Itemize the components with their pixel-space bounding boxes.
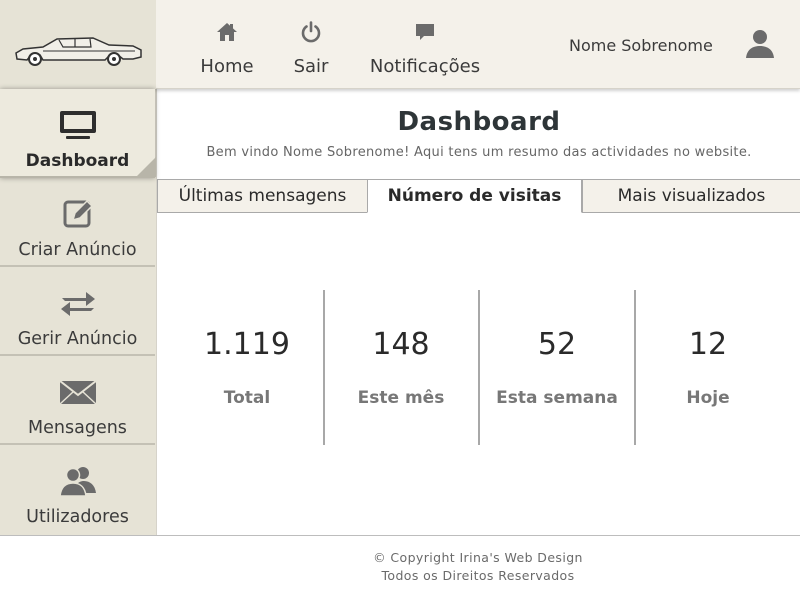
stat-value: 52 <box>537 327 577 362</box>
nav-home-label: Home <box>200 56 254 77</box>
stat-esta-semana: 52 Esta semana <box>480 289 634 444</box>
sidebar-item-criar-anuncio[interactable]: Criar Anúncio <box>0 178 155 267</box>
stat-label: Total <box>223 388 271 408</box>
sidebar-item-label: Utilizadores <box>26 507 129 527</box>
sidebar-item-label: Criar Anúncio <box>18 240 137 260</box>
sidebar-item-utilizadores[interactable]: Utilizadores <box>0 445 155 535</box>
sidebar-item-gerir-anuncio[interactable]: Gerir Anúncio <box>0 267 155 356</box>
user-name[interactable]: Nome Sobrenome <box>569 36 713 55</box>
sidebar-item-label: Gerir Anúncio <box>17 329 138 349</box>
tab-bar: Últimas mensagens Número de visitas Mais… <box>157 179 800 213</box>
tab-ultimas-mensagens[interactable]: Últimas mensagens <box>157 179 368 213</box>
stat-total: 1.119 Total <box>171 289 323 444</box>
sidebar-item-label: Dashboard <box>25 151 130 171</box>
nav-notifications-label: Notificações <box>369 56 481 77</box>
vintage-car-icon <box>15 37 142 66</box>
page-title: Dashboard <box>397 107 561 137</box>
sidebar-item-label: Mensagens <box>28 418 127 438</box>
sidebar-item-mensagens[interactable]: Mensagens <box>0 356 155 445</box>
logo[interactable] <box>0 0 156 89</box>
user-icon[interactable] <box>744 27 776 59</box>
tab-numero-de-visitas[interactable]: Número de visitas <box>367 179 582 213</box>
monitor-icon <box>59 111 96 139</box>
stat-value: 1.119 <box>204 327 290 362</box>
stat-value: 12 <box>688 327 728 362</box>
home-icon <box>217 23 237 41</box>
footer-copyright: © Copyright Irina's Web Design <box>373 550 583 565</box>
nav-home[interactable]: Home <box>196 0 258 89</box>
tab-mais-visualizados[interactable]: Mais visualizados <box>582 179 800 213</box>
power-icon <box>301 21 321 43</box>
stat-label: Este mês <box>357 388 445 408</box>
page-subtitle: Bem vindo Nome Sobrenome! Aqui tens um r… <box>206 145 752 160</box>
stat-label: Hoje <box>686 388 730 408</box>
users-icon <box>58 467 96 497</box>
envelope-icon <box>58 380 97 405</box>
stat-value: 148 <box>372 327 430 362</box>
nav-logout-label: Sair <box>293 56 329 77</box>
swap-arrows-icon <box>60 292 95 316</box>
stat-label: Esta semana <box>496 388 618 408</box>
stat-este-mes: 148 Este mês <box>325 289 477 444</box>
stat-hoje: 12 Hoje <box>636 289 780 444</box>
sidebar: Dashboard Criar Anúncio Gerir Anúncio Me… <box>0 89 156 535</box>
main-content: Dashboard Bem vindo Nome Sobrenome! Aqui… <box>156 89 800 535</box>
sidebar-item-dashboard[interactable]: Dashboard <box>0 89 156 178</box>
nav-logout[interactable]: Sair <box>287 0 335 89</box>
edit-icon <box>63 199 93 228</box>
top-header: Home Sair Notificações Nome Sobrenome <box>0 0 800 89</box>
nav-notifications[interactable]: Notificações <box>366 0 484 89</box>
chat-bubble-icon <box>416 24 434 40</box>
footer: © Copyright Irina's Web Design Todos os … <box>0 535 800 600</box>
footer-rights: Todos os Direitos Reservados <box>381 568 575 583</box>
active-corner-marker <box>136 157 156 177</box>
